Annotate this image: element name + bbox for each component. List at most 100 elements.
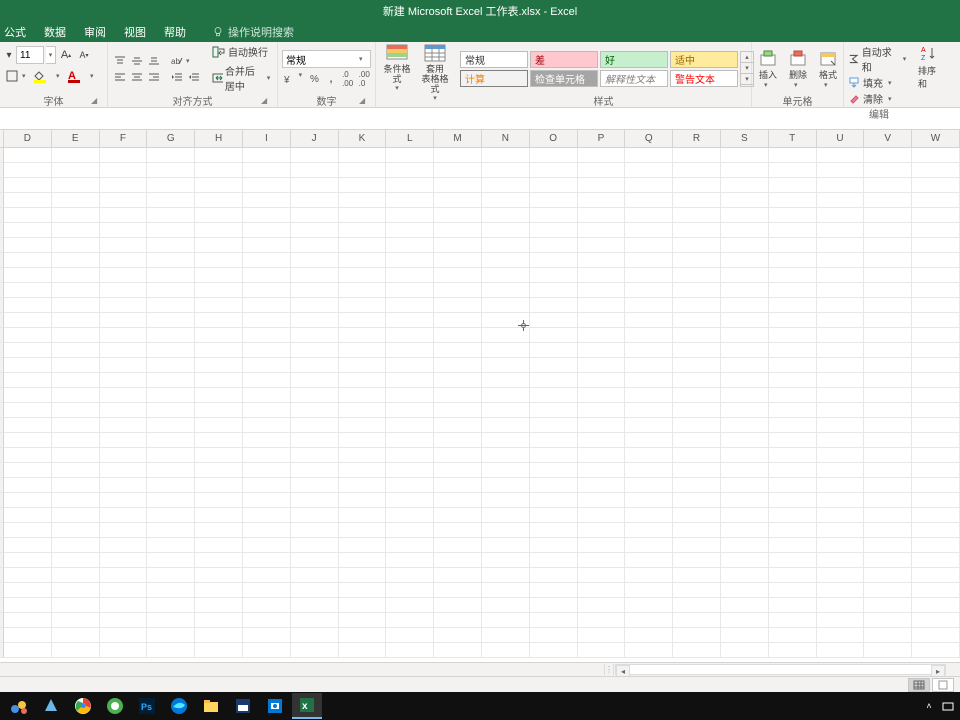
cell[interactable] <box>291 478 339 493</box>
column-header[interactable]: I <box>243 130 291 147</box>
cell[interactable] <box>195 298 243 313</box>
cell[interactable] <box>721 478 769 493</box>
cell[interactable] <box>864 418 912 433</box>
cell[interactable] <box>912 358 960 373</box>
cell[interactable] <box>147 178 195 193</box>
cell[interactable] <box>147 598 195 613</box>
cell[interactable] <box>864 388 912 403</box>
cell[interactable] <box>625 583 673 598</box>
increase-decimal-button[interactable]: .0.00 <box>341 71 355 87</box>
cell[interactable] <box>769 148 817 163</box>
cell[interactable] <box>195 343 243 358</box>
cell[interactable] <box>100 583 148 598</box>
decrease-decimal-button[interactable]: .00.0 <box>357 71 371 87</box>
cell[interactable] <box>625 313 673 328</box>
cell[interactable] <box>291 568 339 583</box>
cell[interactable] <box>864 328 912 343</box>
cell[interactable] <box>912 313 960 328</box>
cell[interactable] <box>4 568 52 583</box>
cell[interactable] <box>100 478 148 493</box>
cell[interactable] <box>4 598 52 613</box>
cell[interactable] <box>721 463 769 478</box>
cell[interactable] <box>52 268 100 283</box>
cell[interactable] <box>578 613 626 628</box>
cell[interactable] <box>817 493 865 508</box>
column-header[interactable]: L <box>386 130 434 147</box>
cell[interactable] <box>52 328 100 343</box>
cell[interactable] <box>769 373 817 388</box>
cell[interactable] <box>817 268 865 283</box>
cell[interactable] <box>243 373 291 388</box>
cell[interactable] <box>52 343 100 358</box>
cell[interactable] <box>721 283 769 298</box>
cell-style-swatch[interactable]: 计算 <box>460 70 528 87</box>
cell[interactable] <box>482 268 530 283</box>
view-normal-button[interactable] <box>908 678 930 692</box>
cell[interactable] <box>912 178 960 193</box>
cell[interactable] <box>4 298 52 313</box>
cell[interactable] <box>52 178 100 193</box>
font-dialog-launcher[interactable]: ◢ <box>91 96 101 106</box>
cell[interactable] <box>291 613 339 628</box>
cell[interactable] <box>912 193 960 208</box>
cell[interactable] <box>4 418 52 433</box>
cell[interactable] <box>817 253 865 268</box>
cell[interactable] <box>195 643 243 658</box>
cell[interactable] <box>386 583 434 598</box>
orientation-dropdown[interactable]: ▾ <box>186 57 194 65</box>
cell[interactable] <box>817 583 865 598</box>
cell[interactable] <box>721 448 769 463</box>
cell[interactable] <box>4 403 52 418</box>
cell[interactable] <box>482 508 530 523</box>
cell[interactable] <box>864 148 912 163</box>
cell[interactable] <box>912 208 960 223</box>
conditional-format-button[interactable]: 条件格式 ▾ <box>380 44 414 102</box>
cell[interactable] <box>291 628 339 643</box>
cell[interactable] <box>434 343 482 358</box>
cell[interactable] <box>673 388 721 403</box>
cell[interactable] <box>769 598 817 613</box>
cell[interactable] <box>482 238 530 253</box>
cell[interactable] <box>817 418 865 433</box>
cell[interactable] <box>195 568 243 583</box>
cell[interactable] <box>100 568 148 583</box>
taskbar-explorer[interactable] <box>196 693 226 719</box>
cell[interactable] <box>147 538 195 553</box>
cell[interactable] <box>673 208 721 223</box>
cell[interactable] <box>578 328 626 343</box>
cell[interactable] <box>673 493 721 508</box>
cell[interactable] <box>291 553 339 568</box>
cell[interactable] <box>864 403 912 418</box>
cell[interactable] <box>147 418 195 433</box>
cell[interactable] <box>817 538 865 553</box>
cell[interactable] <box>721 193 769 208</box>
cell[interactable] <box>769 523 817 538</box>
cell[interactable] <box>817 223 865 238</box>
cell[interactable] <box>578 478 626 493</box>
cell[interactable] <box>4 508 52 523</box>
cell[interactable] <box>530 268 578 283</box>
fill-button[interactable]: 填充▾ <box>848 75 910 90</box>
cell[interactable] <box>147 508 195 523</box>
cell[interactable] <box>4 238 52 253</box>
cell[interactable] <box>339 253 387 268</box>
cell[interactable] <box>578 313 626 328</box>
cell[interactable] <box>530 628 578 643</box>
cell[interactable] <box>912 463 960 478</box>
cell[interactable] <box>864 178 912 193</box>
cell[interactable] <box>147 268 195 283</box>
cell[interactable] <box>673 403 721 418</box>
cell[interactable] <box>673 628 721 643</box>
cell[interactable] <box>482 313 530 328</box>
cell[interactable] <box>4 628 52 643</box>
tab-formulas[interactable]: 公式 <box>4 24 26 40</box>
cell[interactable] <box>721 628 769 643</box>
cell[interactable] <box>721 508 769 523</box>
cell[interactable] <box>530 508 578 523</box>
cell[interactable] <box>52 613 100 628</box>
cell[interactable] <box>195 463 243 478</box>
tell-me-search[interactable]: 操作说明搜索 <box>212 24 294 40</box>
cell[interactable] <box>195 328 243 343</box>
cell[interactable] <box>100 178 148 193</box>
cell[interactable] <box>769 283 817 298</box>
